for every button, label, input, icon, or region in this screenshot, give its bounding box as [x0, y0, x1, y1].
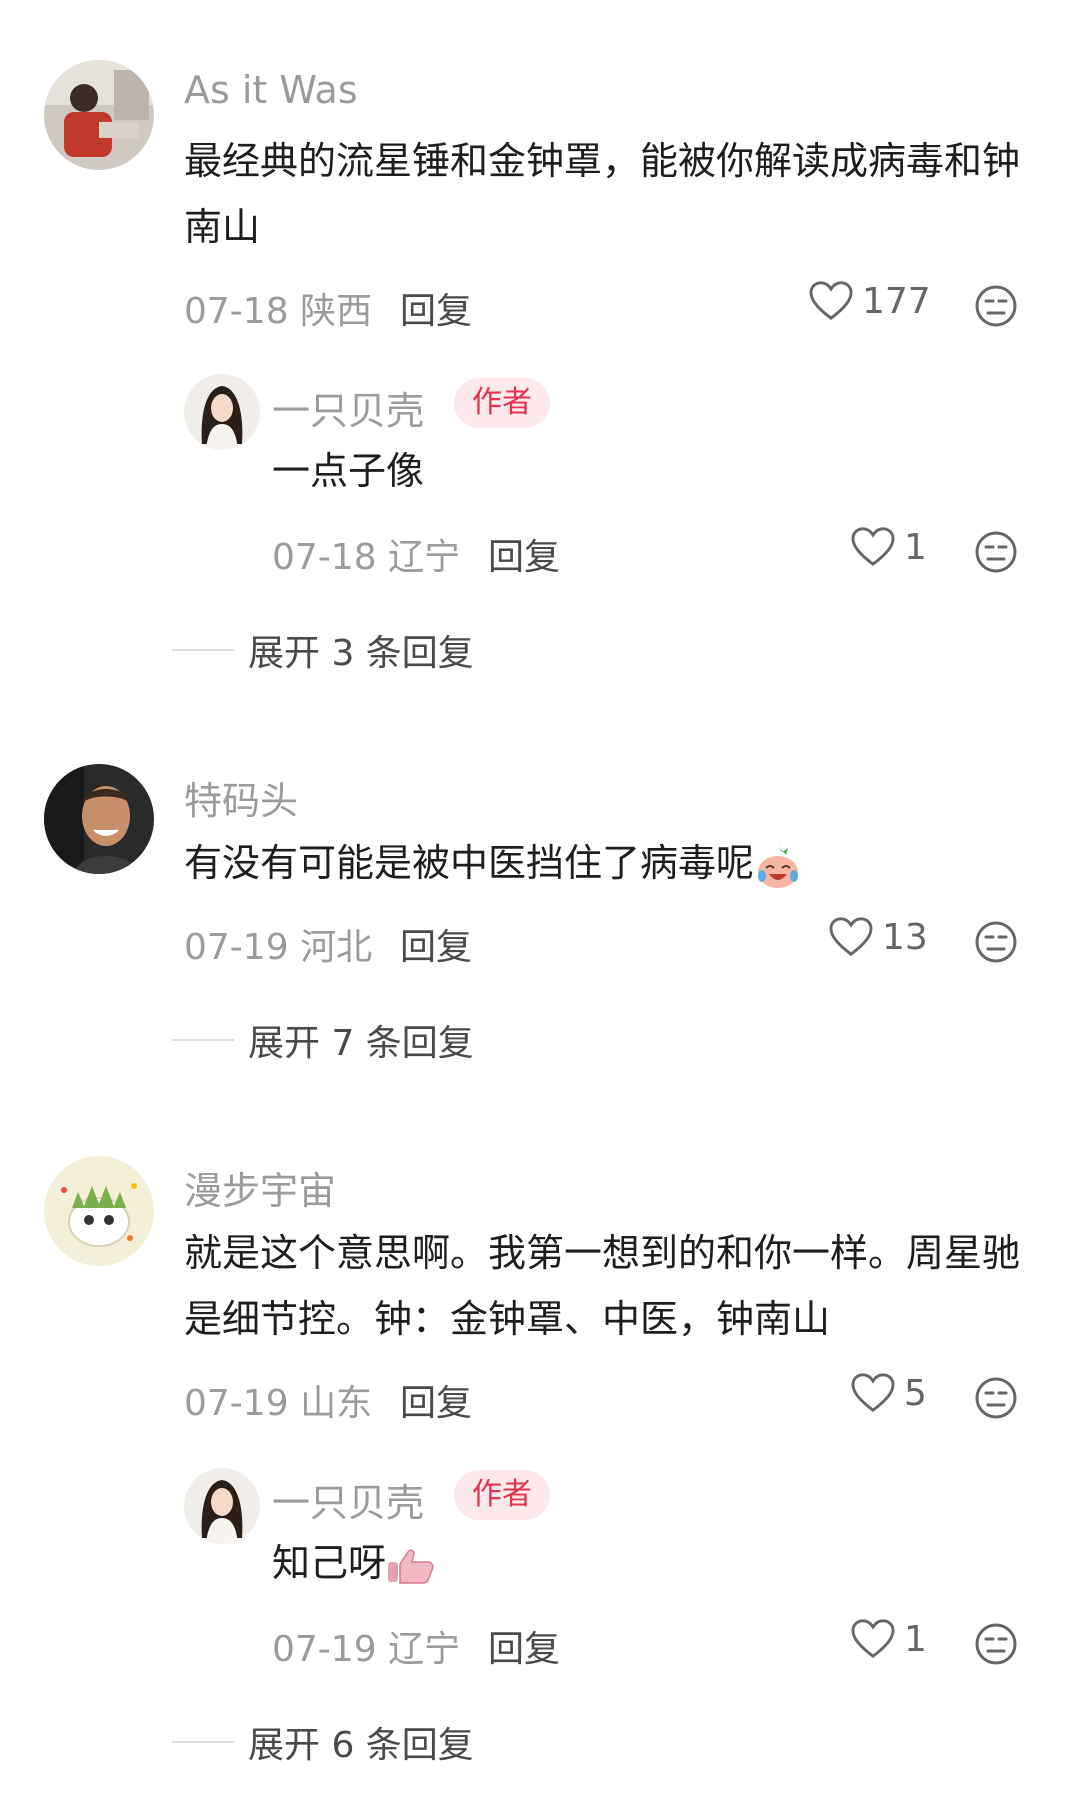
reply-button[interactable]: 回复 [400, 282, 472, 334]
meh-face-icon[interactable] [974, 1376, 1018, 1420]
divider-line [172, 649, 234, 651]
reply-text-content: 知己呀 [272, 1541, 387, 1585]
like-button[interactable]: 1 [850, 526, 927, 568]
reply-button[interactable]: 回复 [488, 1620, 560, 1672]
reply-date: 07-19 [272, 1629, 377, 1670]
heart-outline-icon [829, 917, 873, 956]
meh-face-icon[interactable] [974, 1622, 1018, 1666]
like-button[interactable]: 177 [808, 280, 931, 322]
reply-text: 一点子像 [272, 449, 425, 493]
expand-label: 展开 3 条回复 [248, 633, 474, 674]
like-count: 177 [862, 280, 931, 322]
reply-text: 知己呀 [272, 1530, 1032, 1596]
expand-replies-button[interactable]: 展开 7 条回复 [172, 1014, 474, 1066]
meh-face-icon[interactable] [974, 284, 1018, 328]
heart-outline-icon [851, 1373, 895, 1412]
divider-line [172, 1741, 234, 1743]
expand-label: 展开 7 条回复 [248, 1023, 474, 1064]
expand-label: 展开 6 条回复 [248, 1725, 474, 1766]
comment-date: 07-19 [184, 1383, 289, 1424]
comment-location: 河北 [300, 927, 373, 968]
like-button[interactable]: 13 [828, 916, 928, 958]
comment-text: 有没有可能是被中医挡住了病毒呢 [184, 830, 1034, 896]
reply-location: 辽宁 [388, 537, 461, 578]
thumbs-up-emoji [388, 1549, 434, 1584]
meh-face-icon[interactable] [974, 920, 1018, 964]
reply-meta: 07-19 辽宁 [272, 1620, 460, 1672]
comment-location: 陕西 [300, 291, 373, 332]
reply-button[interactable]: 回复 [488, 528, 560, 580]
reply-button[interactable]: 回复 [400, 918, 472, 970]
comment-location: 山东 [300, 1383, 373, 1424]
comment-meta: 07-19 河北 [184, 918, 372, 970]
expand-replies-button[interactable]: 展开 6 条回复 [172, 1716, 474, 1768]
like-count: 1 [904, 526, 927, 568]
reply-username[interactable]: 一只贝壳 [272, 380, 424, 435]
username[interactable]: 漫步宇宙 [184, 1160, 336, 1215]
comment-date: 07-18 [184, 291, 289, 332]
comment-text: 最经典的流星锤和金钟罩，能被你解读成病毒和钟南山 [184, 139, 1021, 249]
user-avatar[interactable] [44, 1156, 154, 1266]
author-badge: 作者 [454, 1470, 550, 1520]
reply-button[interactable]: 回复 [400, 1374, 472, 1426]
like-count: 13 [882, 916, 928, 958]
reply-meta: 07-18 辽宁 [272, 528, 460, 580]
like-button[interactable]: 5 [850, 1372, 927, 1414]
reply-avatar[interactable] [184, 374, 260, 450]
meh-face-icon[interactable] [974, 530, 1018, 574]
author-badge: 作者 [454, 378, 550, 428]
heart-outline-icon [851, 1619, 895, 1658]
username[interactable]: As it Was [184, 68, 358, 112]
comment-date: 07-19 [184, 927, 289, 968]
reply-location: 辽宁 [388, 1629, 461, 1670]
divider-line [172, 1039, 234, 1041]
expand-replies-button[interactable]: 展开 3 条回复 [172, 624, 474, 676]
comment-meta: 07-19 山东 [184, 1374, 372, 1426]
heart-outline-icon [851, 527, 895, 566]
comment-text: 就是这个意思啊。我第一想到的和你一样。周星驰是细节控。钟：金钟罩、中医，钟南山 [184, 1231, 1021, 1341]
user-avatar[interactable] [44, 60, 154, 170]
username[interactable]: 特码头 [184, 770, 298, 825]
like-count: 1 [904, 1618, 927, 1660]
comment-text-content: 有没有可能是被中医挡住了病毒呢 [184, 841, 755, 885]
reply-date: 07-18 [272, 537, 377, 578]
reply-username[interactable]: 一只贝壳 [272, 1472, 424, 1527]
heart-outline-icon [809, 281, 853, 320]
crying-laughing-emoji [758, 845, 799, 888]
user-avatar[interactable] [44, 764, 154, 874]
like-button[interactable]: 1 [850, 1618, 927, 1660]
like-count: 5 [904, 1372, 927, 1414]
comment-meta: 07-18 陕西 [184, 282, 372, 334]
reply-avatar[interactable] [184, 1468, 260, 1544]
